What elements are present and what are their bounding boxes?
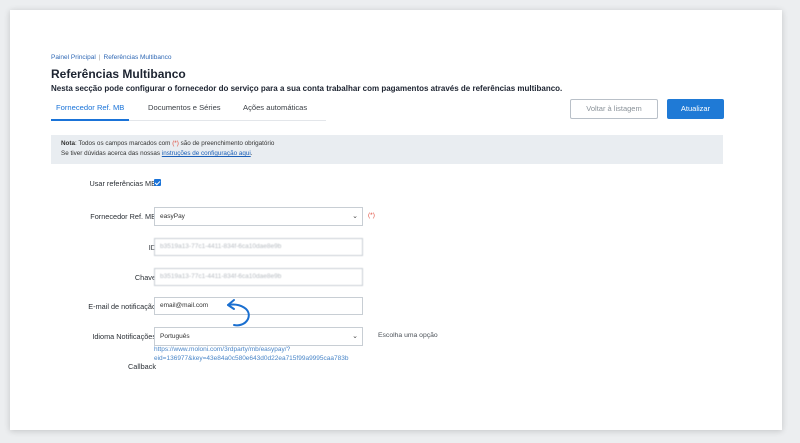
callback-url-line-1: https://www.moloni.com/3rdparty/mb/easyp… (154, 346, 291, 353)
note-line-2: Se tiver dúvidas acerca das nossas instr… (61, 150, 252, 157)
breadcrumb-separator: | (98, 54, 101, 61)
chevron-down-icon: ⌄ (352, 333, 358, 340)
note-text-a: : Todos os campos marcados com (75, 140, 173, 147)
page-subtitle: Nesta secção pode configurar o fornecedo… (51, 84, 563, 93)
language-hint: Escolha uma opção (378, 332, 438, 339)
tab-acoes-automaticas[interactable]: Ações automáticas (238, 99, 312, 119)
note-prefix: Nota (61, 140, 75, 147)
breadcrumb: Painel Principal | Referências Multibanco (51, 54, 171, 61)
callback-label: Callback (128, 362, 156, 371)
required-marker: (*) (172, 140, 179, 147)
provider-value: easyPay (160, 213, 185, 220)
provider-label: Fornecedor Ref. MB (90, 212, 156, 221)
provider-required-marker: (*) (368, 212, 375, 219)
breadcrumb-current[interactable]: Referências Multibanco (104, 54, 172, 61)
language-label: Idioma Notificações (92, 332, 156, 341)
callback-url-line-2: eid=136977&key=43e84a0c580e643d0d22ea715… (154, 355, 349, 362)
config-instructions-link[interactable]: instruções de configuração aqui (162, 150, 251, 157)
breadcrumb-home-link[interactable]: Painel Principal (51, 54, 96, 61)
note-text-b: são de preenchimento obrigatório (178, 140, 275, 147)
curved-arrow-icon (227, 299, 250, 327)
update-button[interactable]: Atualizar (667, 99, 724, 119)
provider-select[interactable]: easyPay ⌄ (154, 207, 363, 226)
key-field[interactable]: b3519a13-77c1-4411-834f-6ca10dae8e9b (154, 268, 363, 286)
callback-url[interactable]: https://www.moloni.com/3rdparty/mb/easyp… (154, 345, 394, 363)
email-field[interactable]: email@mail.com (154, 297, 363, 315)
note-help-text: Se tiver dúvidas acerca das nossas (61, 150, 162, 157)
id-label: ID (148, 243, 156, 252)
tab-documentos-series[interactable]: Documentos e Séries (143, 99, 226, 119)
note-box: Nota: Todos os campos marcados com (*) s… (51, 135, 723, 164)
chevron-down-icon: ⌄ (352, 213, 358, 220)
key-label: Chave (134, 273, 156, 282)
page-title: Referências Multibanco (51, 67, 186, 81)
tab-fornecedor[interactable]: Fornecedor Ref. MB (51, 99, 130, 121)
use-mb-checkbox[interactable] (154, 179, 161, 186)
language-value: Português (160, 333, 190, 340)
email-label: E-mail de notificação (88, 302, 156, 311)
language-select[interactable]: Português ⌄ (154, 327, 363, 346)
use-mb-label: Usar referências MB (89, 179, 156, 188)
note-line-1: Nota: Todos os campos marcados com (*) s… (61, 140, 274, 147)
id-field[interactable]: b3519a13-77c1-4411-834f-6ca10dae8e9b (154, 238, 363, 256)
back-to-list-button[interactable]: Voltar à listagem (570, 99, 658, 119)
note-end: . (250, 150, 253, 157)
